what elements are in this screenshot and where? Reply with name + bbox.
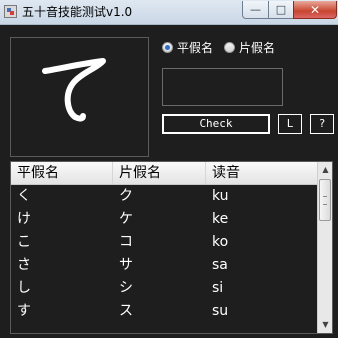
close-button[interactable]: ✕ [293, 1, 337, 19]
scroll-down-icon[interactable]: ▼ [318, 317, 332, 333]
vertical-scrollbar[interactable]: ▲ ▼ [317, 162, 332, 333]
hiragana-cell: け [17, 211, 31, 227]
column-header-hiragana[interactable]: 平假名 [11, 162, 113, 184]
table-row[interactable]: し シ si [11, 277, 317, 300]
l-button[interactable]: L [278, 114, 302, 134]
table-row[interactable]: す ス su [11, 300, 317, 323]
hiragana-label: 平假名 [177, 40, 214, 55]
minimize-icon: — [250, 3, 261, 16]
close-icon: ✕ [309, 3, 321, 17]
answer-input[interactable] [162, 68, 283, 106]
table-row[interactable]: さ サ sa [11, 254, 317, 277]
radio-unselected-icon [224, 41, 235, 53]
katakana-cell: ス [119, 303, 133, 319]
check-button[interactable]: Check [162, 114, 270, 134]
column-header-reading[interactable]: 读音 [206, 162, 317, 184]
title-bar: 五十音技能测试v1.0 — □ ✕ [0, 0, 338, 25]
reading-cell: ke [212, 211, 229, 227]
hiragana-cell: さ [17, 257, 31, 273]
katakana-radio[interactable]: 片假名 [224, 39, 275, 55]
scroll-up-icon[interactable]: ▲ [318, 162, 332, 178]
maximize-icon: □ [275, 3, 287, 16]
hiragana-cell: こ [17, 234, 31, 250]
hiragana-radio[interactable]: 平假名 [162, 39, 213, 55]
help-button[interactable]: ? [310, 114, 334, 134]
table-row[interactable]: こ コ ko [11, 231, 317, 254]
reading-cell: si [212, 280, 224, 296]
reading-cell: ko [212, 234, 229, 250]
drawing-canvas[interactable] [10, 37, 149, 157]
katakana-cell: ク [119, 188, 133, 204]
hiragana-cell: く [17, 188, 31, 204]
reading-cell: ku [212, 188, 229, 204]
table-header: 平假名 片假名 读音 [11, 162, 317, 185]
window-title: 五十音技能测试v1.0 [22, 5, 133, 19]
minimize-button[interactable]: — [242, 1, 269, 19]
katakana-label: 片假名 [239, 40, 276, 55]
scrollbar-thumb[interactable] [319, 179, 331, 221]
table-row[interactable]: け ケ ke [11, 208, 317, 231]
hiragana-cell: す [17, 303, 31, 319]
katakana-cell: コ [119, 234, 133, 250]
reading-cell: sa [212, 257, 228, 273]
table-row[interactable]: く ク ku [11, 185, 317, 208]
radio-selected-icon [162, 41, 173, 53]
hiragana-cell: し [17, 280, 31, 296]
column-header-katakana[interactable]: 片假名 [113, 162, 206, 184]
kana-table[interactable]: 平假名 片假名 读音 く ク ku け ケ ke こ コ ko さ サ sa し… [10, 161, 333, 334]
katakana-cell: サ [119, 257, 133, 273]
app-icon[interactable] [4, 5, 17, 18]
katakana-cell: シ [119, 280, 133, 296]
katakana-cell: ケ [119, 211, 133, 227]
reading-cell: su [212, 303, 229, 319]
maximize-button[interactable]: □ [268, 1, 294, 19]
handwritten-kana-stroke [42, 58, 106, 122]
